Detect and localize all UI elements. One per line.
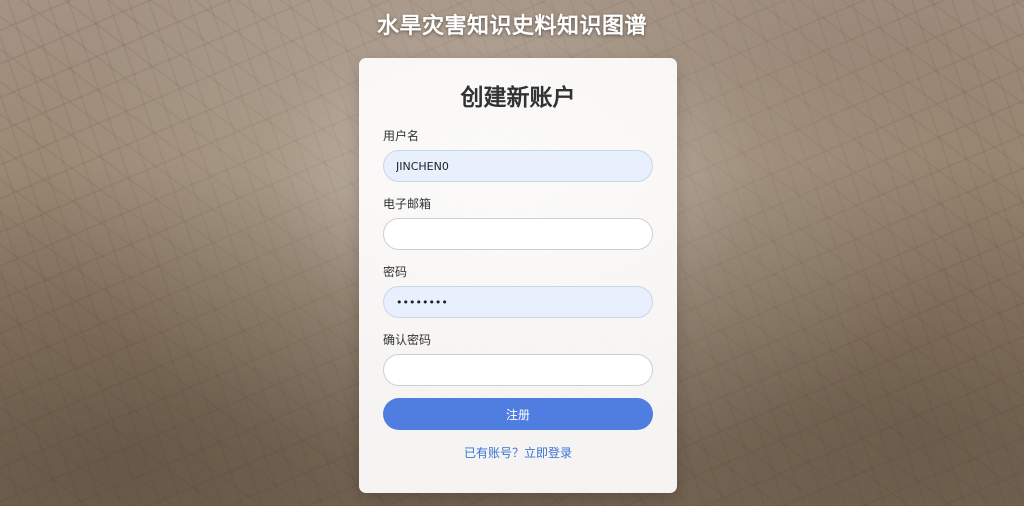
login-link[interactable]: 已有账号？立即登录 [383,444,653,461]
confirm-password-input[interactable] [383,354,653,386]
email-label: 电子邮箱 [383,197,432,211]
username-label: 用户名 [383,129,420,143]
password-input[interactable] [383,286,653,318]
site-title: 水旱灾害知识史料知识图谱 [376,14,647,39]
register-button[interactable]: 注册 [383,398,653,430]
form-title: 创建新账户 [460,85,576,111]
username-input[interactable] [383,150,653,182]
email-input[interactable] [383,218,653,250]
password-label: 密码 [383,265,408,279]
confirm-password-label: 确认密码 [383,333,432,347]
register-card: 创建新账户 用户名 电子邮箱 密码 确认密码 注册 已有账号？立即登录 [359,58,677,493]
